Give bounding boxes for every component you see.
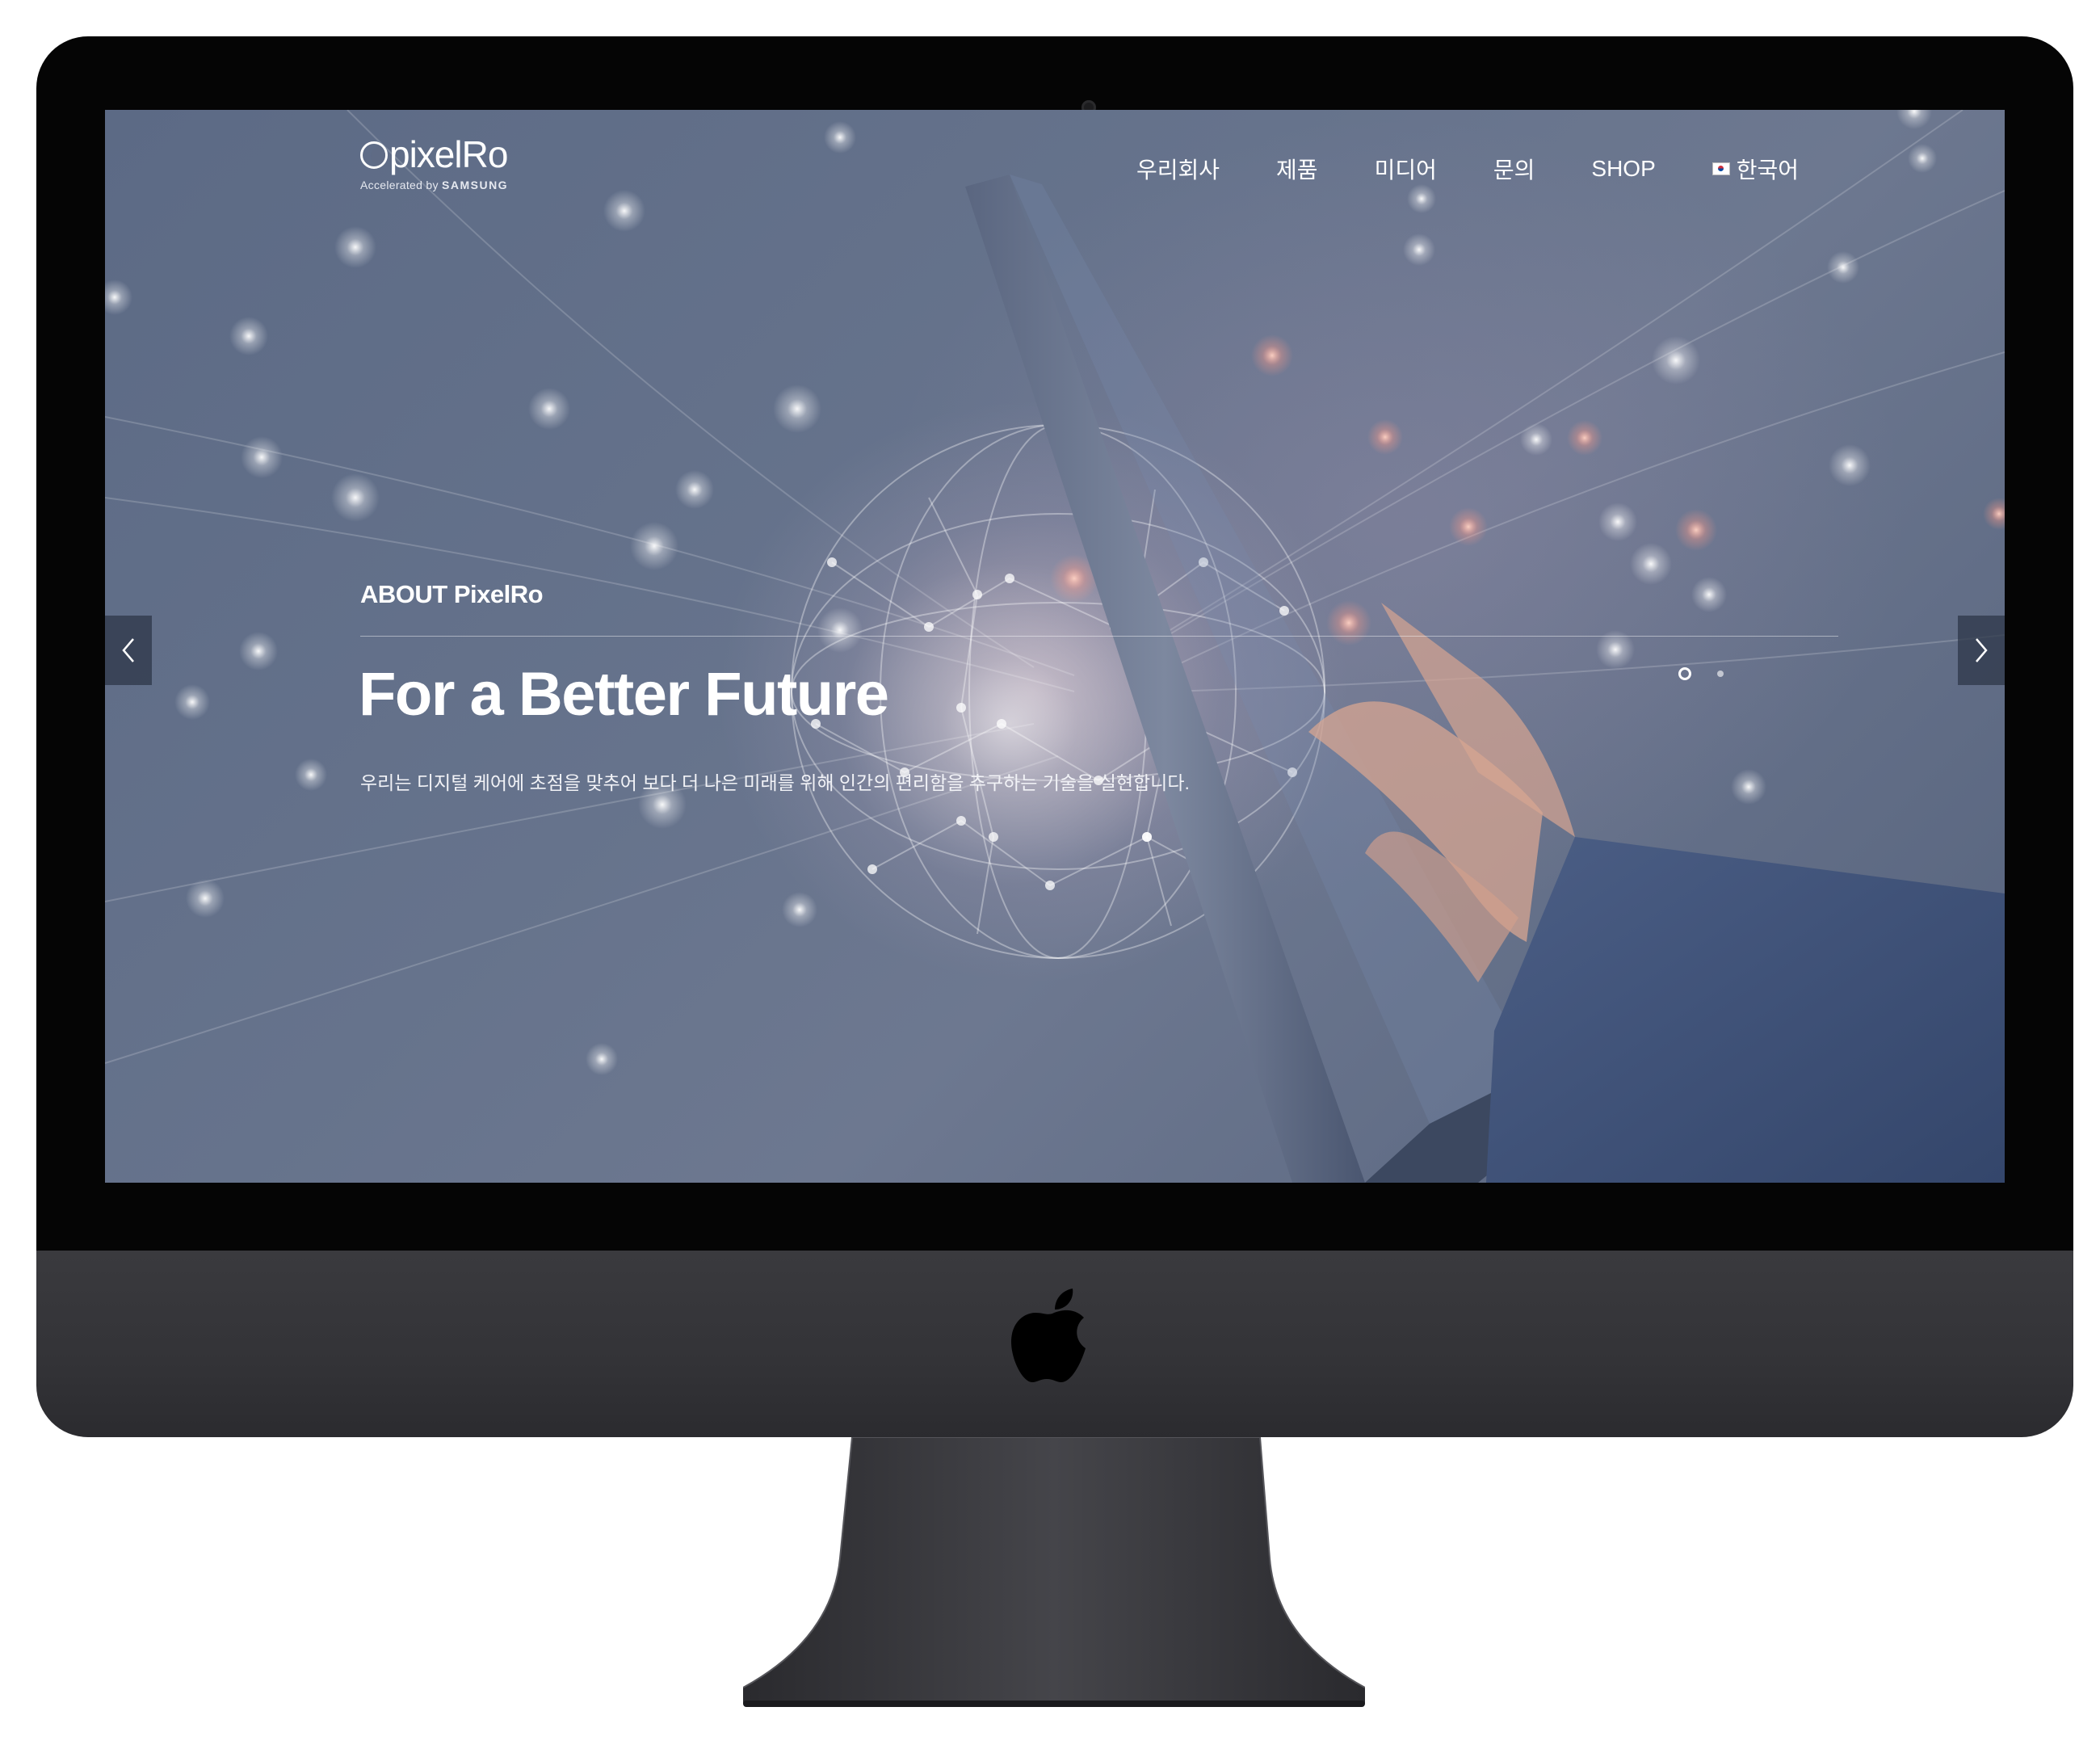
- logo-tagline-prefix: Accelerated by: [360, 179, 439, 191]
- imac-stand: [743, 1437, 1365, 1707]
- slider-dot-1-active[interactable]: [1678, 667, 1691, 680]
- chevron-right-icon: [1976, 638, 1988, 662]
- hero-divider: [360, 636, 1838, 637]
- slider-pagination: [1678, 667, 1724, 680]
- slider-next-button[interactable]: [1958, 616, 2005, 685]
- logo-tagline: Accelerated by SAMSUNG: [360, 179, 508, 191]
- pixelro-logo[interactable]: pixelRo Accelerated by SAMSUNG: [360, 133, 522, 196]
- logo-text: pixelRo: [389, 133, 508, 175]
- slider-dot-2[interactable]: [1717, 671, 1724, 677]
- logo-tagline-brand: SAMSUNG: [442, 179, 509, 191]
- nav-item-products[interactable]: 제품: [1276, 153, 1318, 185]
- hero-background-image: [105, 110, 2005, 1183]
- hero-headline: For a Better Future: [359, 660, 889, 729]
- hero-description: 우리는 디지털 케어에 초점을 맞추어 보다 더 나은 미래를 위해 인간의 편…: [360, 772, 1190, 793]
- logo-mark-icon: [360, 141, 388, 169]
- apple-logo-icon: [1011, 1289, 1086, 1382]
- main-nav: 우리회사 제품 미디어 문의 SHOP 한국어: [1136, 153, 1799, 185]
- hero-subtitle: ABOUT PixelRo: [360, 580, 544, 608]
- nav-item-media[interactable]: 미디어: [1375, 153, 1437, 185]
- chevron-left-icon: [122, 638, 134, 662]
- korea-flag-icon: [1712, 162, 1730, 175]
- language-label: 한국어: [1736, 158, 1800, 183]
- website-screen: pixelRo Accelerated by SAMSUNG 우리회사 제품 미…: [105, 110, 2005, 1183]
- language-selector[interactable]: 한국어: [1712, 153, 1799, 185]
- nav-item-company[interactable]: 우리회사: [1136, 153, 1220, 185]
- nav-item-shop[interactable]: SHOP: [1591, 156, 1655, 182]
- nav-item-contact[interactable]: 문의: [1493, 153, 1535, 185]
- slider-prev-button[interactable]: [105, 616, 152, 685]
